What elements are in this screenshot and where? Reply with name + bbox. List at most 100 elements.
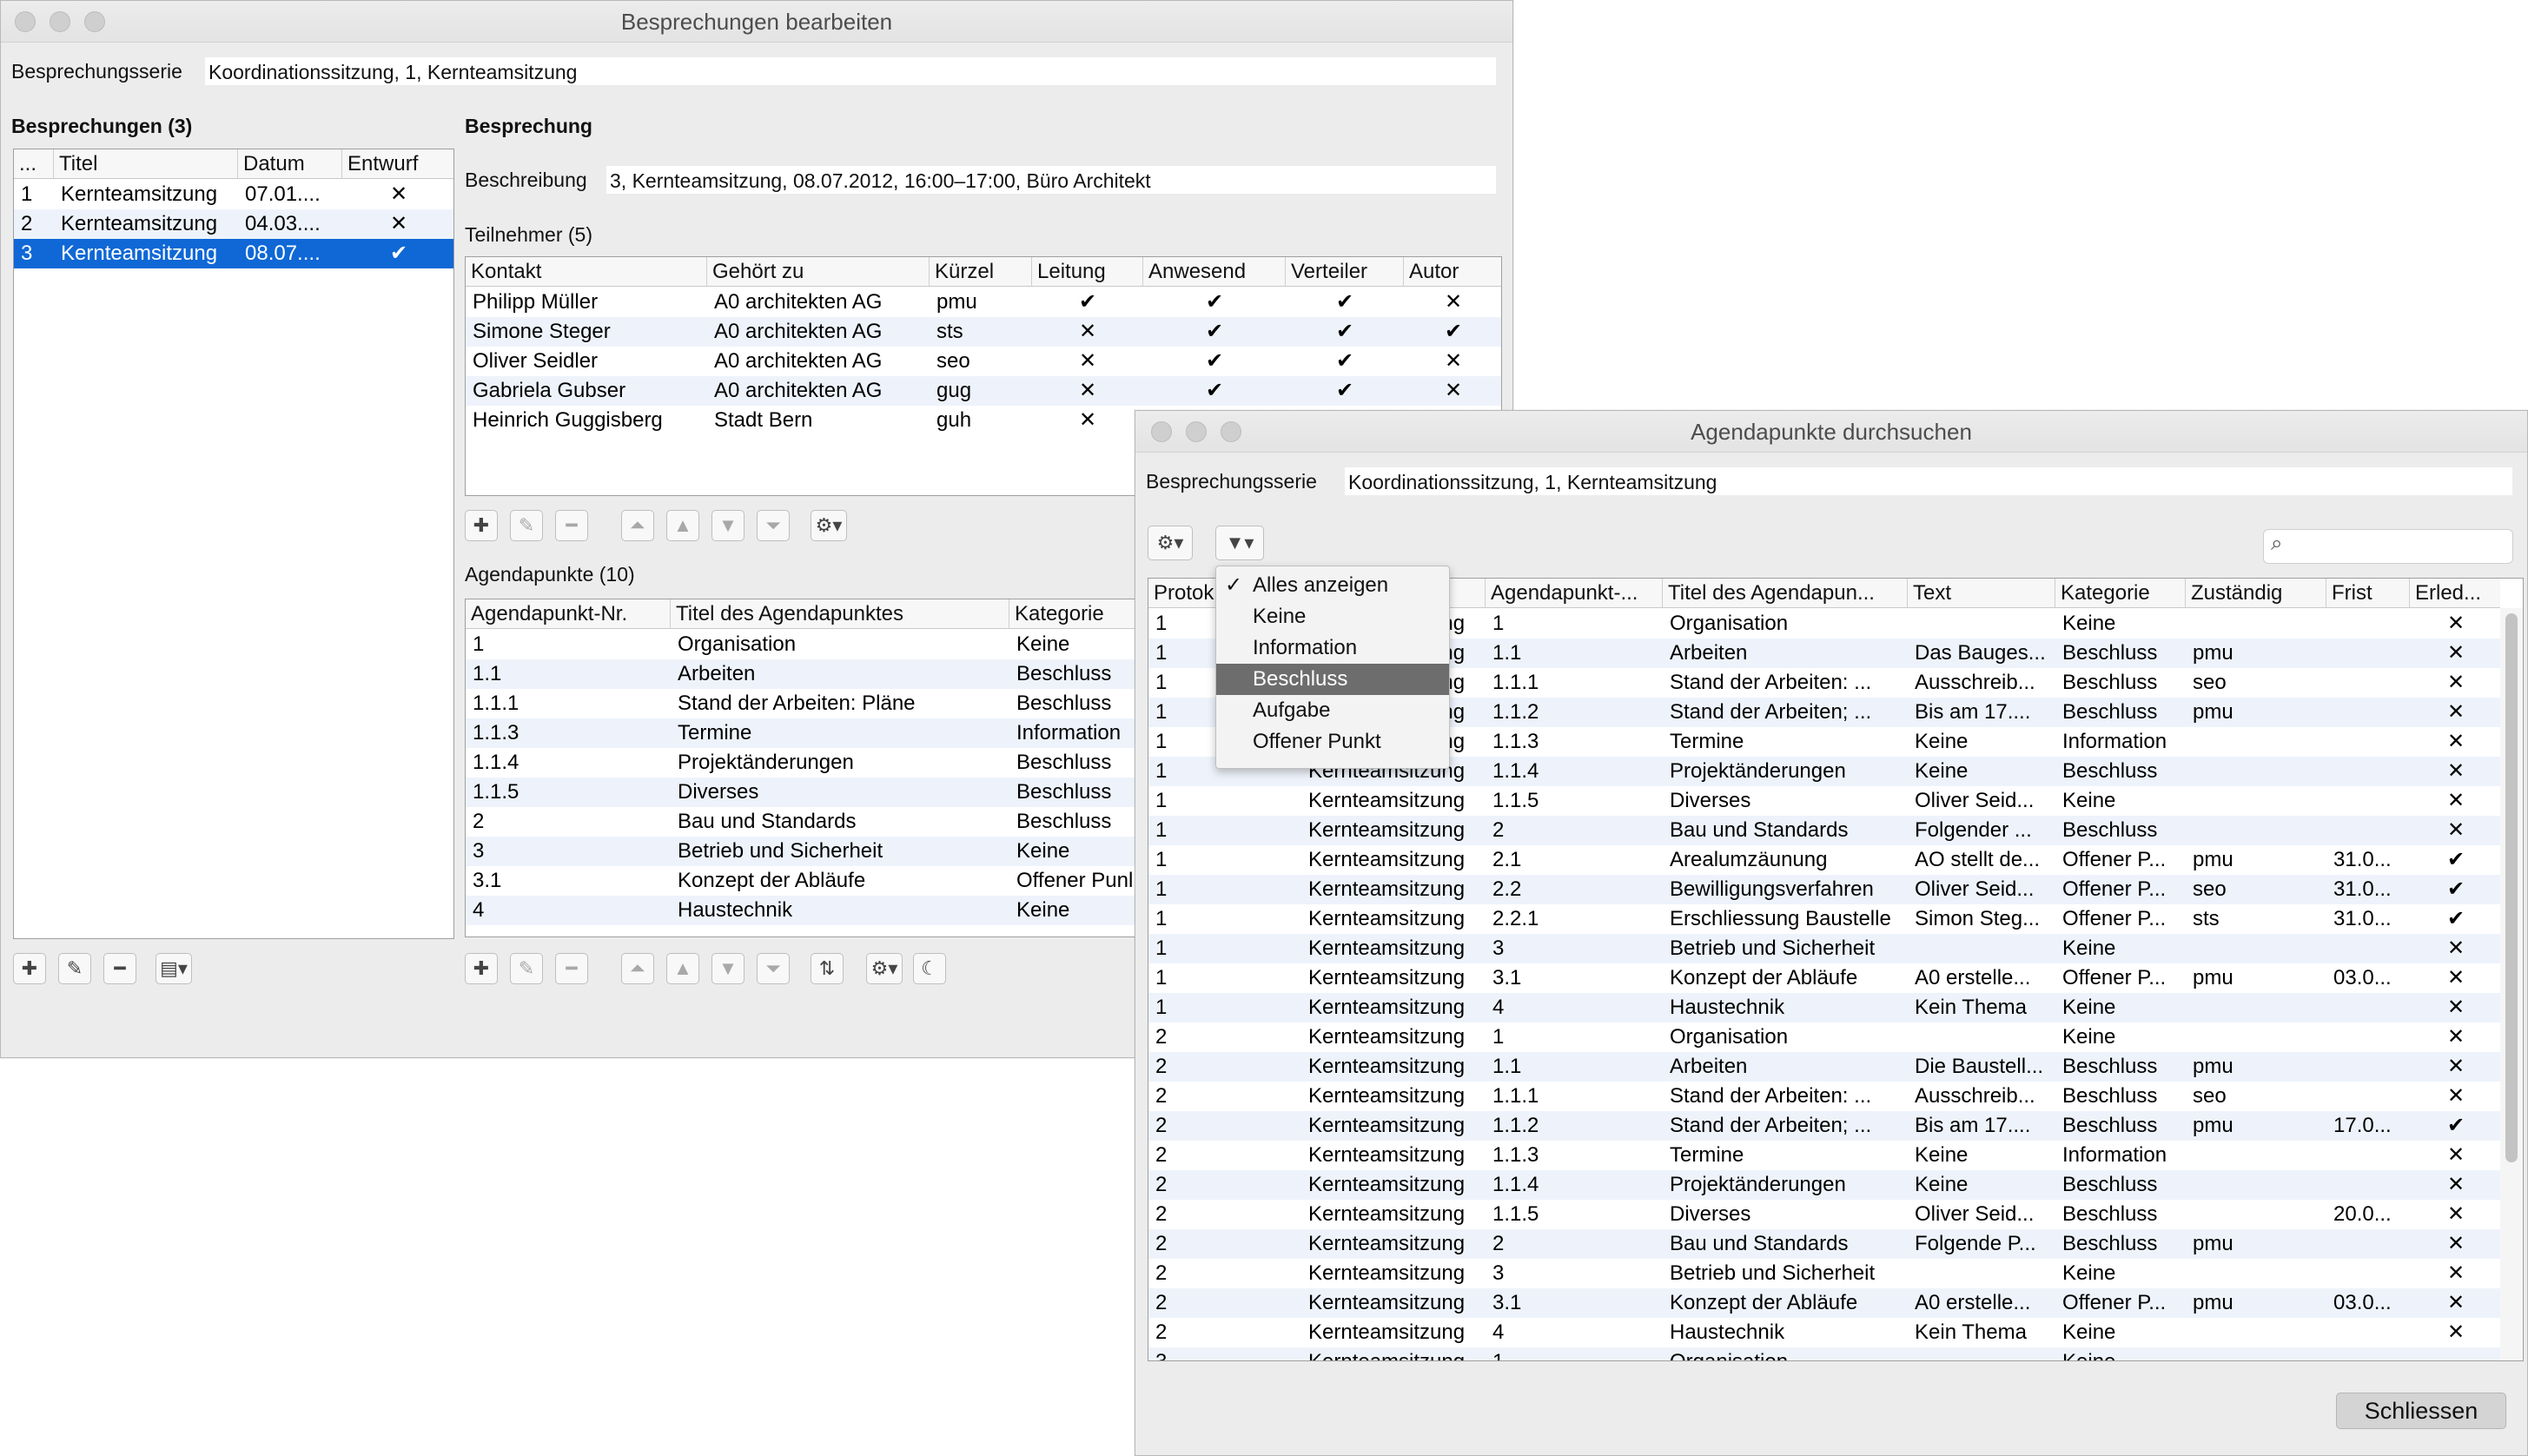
remove-icon[interactable]: ━ — [555, 510, 588, 541]
move-top-icon[interactable]: ⏶ — [621, 510, 654, 541]
col-header[interactable]: Entwurf — [342, 149, 453, 179]
col-header[interactable]: Titel des Agendapun... — [1663, 579, 1908, 608]
cell: 1 — [1155, 996, 1168, 1019]
series-field[interactable]: Koordinationssitzung, 1, Kernteamsitzung — [204, 56, 1497, 86]
menu-item-beschluss[interactable]: Beschluss — [1216, 664, 1449, 695]
edit-pencil-icon[interactable]: ✎ — [510, 510, 543, 541]
sort-icon[interactable]: ⇅ — [811, 953, 844, 984]
remove-icon[interactable]: ━ — [555, 953, 588, 984]
vertical-scrollbar[interactable] — [2500, 608, 2523, 1360]
table-row[interactable]: 1 Kernteamsitzung 07.01.... ✕ — [14, 180, 453, 209]
table-row[interactable]: 1 Kernteamsitzung 2.2.1 Erschliessung Baust… — [1148, 904, 2500, 934]
filter-menu-icon[interactable]: ▼▾ — [1215, 526, 1264, 560]
table-row[interactable]: 2 Kernteamsitzung 1.1.2 Stand der Arbeiten;… — [1148, 1111, 2500, 1141]
menu-item-information[interactable]: Information — [1216, 632, 1449, 664]
cell — [2326, 934, 2410, 963]
col-header[interactable]: Kürzel — [930, 257, 1032, 287]
col-header[interactable]: Agendapunkt-Nr. — [466, 599, 671, 629]
menu-item-keine[interactable]: Keine — [1216, 601, 1449, 632]
meetings-table[interactable]: ... Titel Datum Entwurf 1 Kernteamsitzun… — [13, 149, 454, 939]
col-header[interactable]: Titel — [54, 149, 238, 179]
table-row[interactable]: 1 Kernteamsitzung 3 Betrieb und Sicherheit K… — [1148, 934, 2500, 963]
col-header[interactable]: Verteiler — [1286, 257, 1404, 287]
add-icon[interactable]: ✚ — [465, 510, 498, 541]
table-row[interactable]: Oliver Seidler A0 architekten AG seo ✕ ✔ ✔ ✕ — [466, 347, 1501, 376]
table-row[interactable]: Philipp Müller A0 architekten AG pmu ✔ ✔ ✔ ✕ — [466, 288, 1501, 317]
table-row[interactable]: 1 Kernteamsitzung 1.1.5 Diverses Oliver Seid… — [1148, 786, 2500, 816]
cell — [2326, 727, 2410, 757]
col-header[interactable]: Leitung — [1032, 257, 1143, 287]
gear-menu-icon[interactable]: ⚙▾ — [811, 510, 847, 541]
move-top-icon[interactable]: ⏶ — [621, 953, 654, 984]
table-row[interactable]: 1 Kernteamsitzung 4 Haustechnik Kein Thema Ke… — [1148, 993, 2500, 1023]
table-row[interactable]: 2 Kernteamsitzung 3 Betrieb und Sicherheit K… — [1148, 1259, 2500, 1288]
edit-pencil-icon[interactable]: ✎ — [58, 953, 91, 984]
table-row[interactable]: 3Kernteamsitzung1Organisation Keine — [1148, 1347, 2500, 1360]
add-icon[interactable]: ✚ — [13, 953, 46, 984]
table-row[interactable]: 2 Kernteamsitzung 1.1.5 Diverses Oliver Seid… — [1148, 1200, 2500, 1229]
cell: Projektänderungen — [678, 751, 854, 774]
menu-item-alles-anzeigen[interactable]: ✓ Alles anzeigen — [1216, 570, 1449, 601]
description-field[interactable]: 3, Kernteamsitzung, 08.07.2012, 16:00–17… — [606, 165, 1497, 195]
titlebar[interactable]: Besprechungen bearbeiten — [1, 1, 1512, 43]
table-row[interactable]: 2 Kernteamsitzung 1.1 Arbeiten Die Baustell.… — [1148, 1052, 2500, 1082]
table-row[interactable]: 2 Kernteamsitzung 04.03.... ✕ — [14, 209, 453, 239]
table-row-selected[interactable]: 3 Kernteamsitzung 08.07.... ✔ — [14, 239, 453, 268]
scrollbar-thumb[interactable] — [2505, 613, 2518, 1162]
remove-icon[interactable]: ━ — [103, 953, 136, 984]
move-up-icon[interactable]: ▲ — [666, 510, 699, 541]
cell: 1 — [1155, 907, 1168, 930]
table-row[interactable]: 2 Kernteamsitzung 1 Organisation Keine ✕ — [1148, 1023, 2500, 1052]
cell: 3.1 — [473, 869, 502, 892]
table-row[interactable]: 1 Kernteamsitzung 2 Bau und Standards Folgen… — [1148, 816, 2500, 845]
cell: Bau und Standards — [678, 810, 857, 833]
gear-menu-icon[interactable]: ⚙▾ — [866, 953, 903, 984]
close-button[interactable]: Schliessen — [2336, 1393, 2506, 1429]
col-header[interactable]: Anwesend — [1143, 257, 1286, 287]
cell: Haustechnik — [1670, 1320, 1785, 1344]
add-icon[interactable]: ✚ — [465, 953, 498, 984]
table-row[interactable]: 2 Kernteamsitzung 2 Bau und Standards Folgen… — [1148, 1229, 2500, 1259]
col-header[interactable]: ... — [14, 149, 54, 179]
series-field[interactable]: Koordinationssitzung, 1, Kernteamsitzung — [1344, 467, 2513, 496]
cell: 4 — [473, 898, 485, 922]
table-row[interactable]: 2 Kernteamsitzung 3.1 Konzept der Abläufe A0… — [1148, 1288, 2500, 1318]
col-header[interactable]: Text — [1908, 579, 2055, 608]
moon-icon[interactable]: ☾ — [913, 953, 946, 984]
table-row[interactable]: 2 Kernteamsitzung 4 Haustechnik Kein Thema Ke… — [1148, 1318, 2500, 1347]
cell: Stand der Arbeiten: ... — [1670, 671, 1872, 694]
gear-menu-icon[interactable]: ⚙▾ — [1148, 526, 1193, 560]
cell — [1908, 1023, 2055, 1052]
edit-pencil-icon[interactable]: ✎ — [510, 953, 543, 984]
table-row[interactable]: 1 Kernteamsitzung 2.2 Bewilligungsverfahren… — [1148, 875, 2500, 904]
col-header[interactable]: Erled... — [2410, 579, 2502, 608]
move-down-icon[interactable]: ▼ — [711, 510, 745, 541]
col-header[interactable]: Datum — [238, 149, 342, 179]
col-header[interactable]: Gehört zu — [707, 257, 930, 287]
table-row[interactable]: Simone Steger A0 architekten AG sts ✕ ✔ ✔ ✔ — [466, 317, 1501, 347]
col-header[interactable]: Agendapunkt-... — [1486, 579, 1663, 608]
move-bottom-icon[interactable]: ⏷ — [757, 953, 790, 984]
col-header[interactable]: Zuständig — [2186, 579, 2326, 608]
col-header[interactable]: Kontakt — [466, 257, 707, 287]
titlebar[interactable]: Agendapunkte durchsuchen — [1135, 411, 2527, 453]
table-row[interactable]: 2 Kernteamsitzung 1.1.4 Projektänderungen Ke… — [1148, 1170, 2500, 1200]
menu-item-aufgabe[interactable]: Aufgabe — [1216, 695, 1449, 726]
col-header[interactable]: Kategorie — [2055, 579, 2186, 608]
table-row[interactable]: 1 Kernteamsitzung 3.1 Konzept der Abläufe A0… — [1148, 963, 2500, 993]
table-row[interactable]: Gabriela Gubser A0 architekten AG gug ✕ ✔ ✔ ✕ — [466, 376, 1501, 406]
table-row[interactable]: 1 Kernteamsitzung 2.1 Arealumzäunung AO stel… — [1148, 845, 2500, 875]
menu-item-offener-punkt[interactable]: Offener Punkt — [1216, 726, 1449, 758]
col-header[interactable]: Frist — [2326, 579, 2410, 608]
cell — [2326, 639, 2410, 668]
table-row[interactable]: 2 Kernteamsitzung 1.1.1 Stand der Arbeiten:… — [1148, 1082, 2500, 1111]
search-input[interactable]: ⌕ — [2263, 529, 2513, 564]
table-row[interactable]: 2 Kernteamsitzung 1.1.3 Termine Keine Informa… — [1148, 1141, 2500, 1170]
move-bottom-icon[interactable]: ⏷ — [757, 510, 790, 541]
move-down-icon[interactable]: ▼ — [711, 953, 745, 984]
move-up-icon[interactable]: ▲ — [666, 953, 699, 984]
document-menu-icon[interactable]: ▤▾ — [156, 953, 192, 984]
col-header[interactable]: Titel des Agendapunktes — [671, 599, 1009, 629]
cell: 1.1.2 — [1492, 1114, 1539, 1137]
col-header[interactable]: Autor — [1404, 257, 1501, 287]
